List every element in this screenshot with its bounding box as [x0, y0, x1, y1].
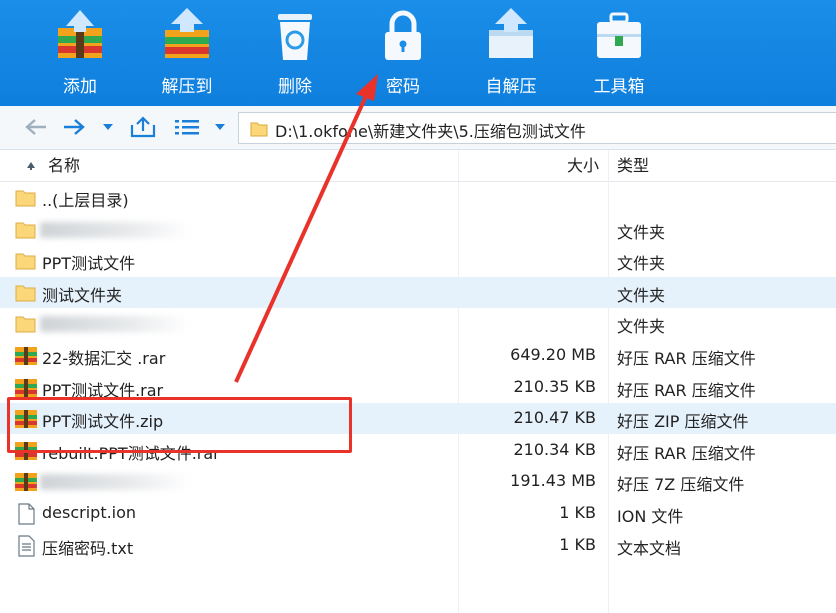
redacted-name	[40, 221, 190, 238]
file-size: 210.47 KB	[513, 408, 596, 428]
file-row[interactable]: ..(上层目录)	[0, 182, 836, 213]
list-view-icon	[175, 120, 199, 135]
redacted-name	[40, 316, 190, 333]
back-button[interactable]	[22, 114, 50, 140]
history-dropdown[interactable]	[99, 114, 117, 140]
file-row[interactable]: 文件夹	[0, 308, 836, 339]
archive-icon	[15, 347, 37, 365]
password-label: 密码	[386, 77, 420, 97]
self-extract-label: 自解压	[485, 77, 537, 97]
add-label: 添加	[63, 77, 97, 97]
navigation-bar: D:\1.okfone\新建文件夹\5.压缩包测试文件	[0, 106, 836, 150]
file-size: 191.43 MB	[510, 471, 596, 491]
file-type: 文件夹	[617, 317, 666, 337]
file-size: 210.35 KB	[513, 376, 596, 396]
folder-icon	[250, 122, 268, 137]
delete-button[interactable]: 删除	[245, 0, 345, 106]
file-row[interactable]: 压缩密码.txt 1 KB 文本文档	[0, 530, 836, 561]
size-column-header[interactable]: 大小	[459, 150, 607, 182]
name-column-header[interactable]: 名称	[26, 150, 456, 182]
file-type: 好压 RAR 压缩文件	[617, 349, 756, 368]
file-name: descript.ion	[42, 503, 137, 522]
folder-icon	[15, 222, 36, 239]
chevron-down-icon	[103, 124, 113, 130]
file-icon	[18, 503, 35, 525]
type-header-label: 类型	[617, 156, 650, 175]
file-name: PPT测试文件	[42, 254, 136, 274]
redacted-name	[40, 474, 190, 491]
file-name: ..(上层目录)	[42, 191, 129, 210]
add-button[interactable]: 添加	[30, 0, 130, 106]
name-header-label: 名称	[48, 156, 81, 175]
file-row[interactable]: 191.43 MB 好压 7Z 压缩文件	[0, 466, 836, 497]
text-file-icon	[18, 534, 35, 557]
file-type: 好压 RAR 压缩文件	[617, 443, 756, 463]
sort-up-icon	[27, 162, 35, 170]
back-arrow-icon	[25, 119, 46, 135]
address-path: D:\1.okfone\新建文件夹\5.压缩包测试文件	[275, 122, 586, 141]
type-column-header[interactable]: 类型	[617, 150, 817, 182]
forward-button[interactable]	[60, 114, 88, 140]
delete-label: 删除	[278, 77, 312, 97]
file-name: 22-数据汇交 .rar	[42, 349, 166, 368]
view-mode-dropdown[interactable]	[211, 114, 229, 140]
delete-icon	[278, 14, 312, 60]
file-row[interactable]: PPT测试文件 文件夹	[0, 245, 836, 276]
folder-icon	[15, 253, 36, 270]
toolbox-icon	[597, 12, 641, 58]
extract-to-icon	[165, 8, 209, 58]
archive-icon	[15, 378, 37, 397]
file-row[interactable]: 22-数据汇交 .rar 649.20 MB 好压 RAR 压缩文件	[0, 340, 836, 371]
archive-icon	[15, 473, 37, 492]
self-extract-button[interactable]: 自解压	[461, 0, 561, 106]
up-folder-button[interactable]	[128, 114, 158, 140]
lock-icon	[385, 10, 421, 60]
forward-arrow-icon	[64, 119, 85, 135]
password-button[interactable]: 密码	[353, 0, 453, 106]
file-row[interactable]: 文件夹	[0, 214, 836, 245]
file-size: 649.20 MB	[510, 345, 596, 364]
file-type: 好压 RAR 压缩文件	[617, 380, 756, 400]
file-type: 文件夹	[617, 222, 666, 242]
file-size: 210.34 KB	[513, 439, 596, 459]
file-name: 压缩密码.txt	[42, 538, 134, 558]
add-archive-icon	[58, 10, 102, 58]
file-type: 好压 ZIP 压缩文件	[617, 412, 749, 432]
column-headers: 名称 大小 类型	[0, 150, 836, 182]
file-type: ION 文件	[617, 507, 684, 526]
extract-to-button[interactable]: 解压到	[137, 0, 237, 106]
file-type: 好压 7Z 压缩文件	[617, 475, 745, 495]
up-folder-icon	[130, 116, 156, 138]
chevron-down-icon	[215, 124, 225, 130]
self-extract-icon	[489, 8, 533, 58]
main-toolbar: 添加 解压到 删除 密码 自解压 工具箱	[0, 0, 836, 106]
file-row[interactable]: 测试文件夹 文件夹	[0, 276, 836, 308]
file-type: 文本文档	[617, 538, 682, 558]
size-header-label: 大小	[566, 156, 599, 175]
file-type: 文件夹	[617, 254, 666, 274]
highlight-box	[7, 397, 352, 453]
toolbox-button[interactable]: 工具箱	[569, 0, 669, 106]
file-size: 1 KB	[559, 503, 596, 522]
toolbox-label: 工具箱	[593, 77, 645, 97]
folder-icon	[15, 190, 36, 207]
file-name: 测试文件夹	[42, 285, 123, 305]
view-mode-button[interactable]	[172, 114, 202, 140]
file-row[interactable]: descript.ion 1 KB ION 文件	[0, 498, 836, 529]
folder-icon	[15, 316, 36, 333]
address-field[interactable]: D:\1.okfone\新建文件夹\5.压缩包测试文件	[238, 112, 836, 144]
file-size: 1 KB	[559, 534, 596, 554]
folder-icon	[15, 285, 36, 302]
extract-to-label: 解压到	[161, 77, 213, 97]
file-type: 文件夹	[617, 285, 666, 305]
